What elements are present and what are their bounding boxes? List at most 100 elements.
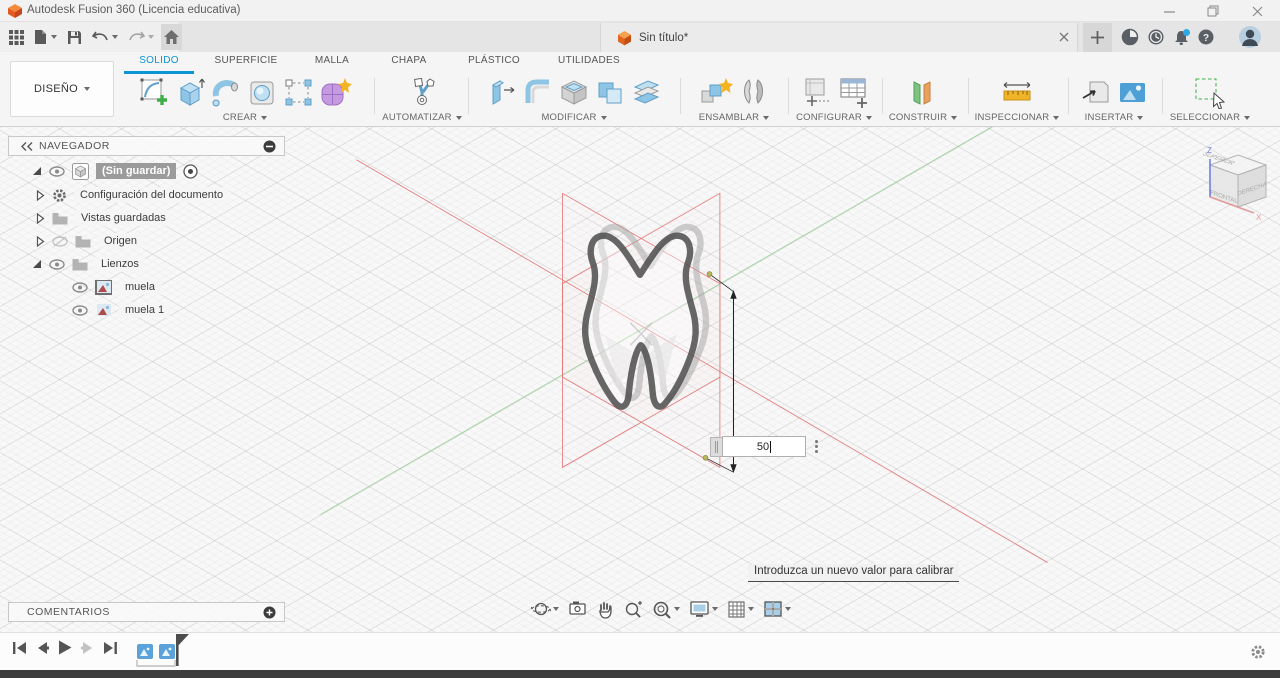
undo-button[interactable] xyxy=(89,24,121,50)
look-at-button[interactable] xyxy=(566,598,589,620)
insert-canvas-icon[interactable] xyxy=(1116,76,1149,109)
tab-malla[interactable]: MALLA xyxy=(308,55,356,71)
select-icon[interactable] xyxy=(1190,75,1230,109)
dimension-input[interactable]: 50 xyxy=(722,436,806,457)
collapsed-icon[interactable] xyxy=(36,235,45,247)
avatar[interactable] xyxy=(1238,25,1262,49)
automate-icon[interactable] xyxy=(405,75,439,109)
help-icon[interactable]: ? xyxy=(1194,25,1218,49)
file-menu-button[interactable] xyxy=(31,24,60,50)
combine-icon[interactable] xyxy=(594,76,627,109)
apps-grid-icon[interactable] xyxy=(6,24,27,50)
viewport-canvas[interactable]: NAVEGADOR (Sin guardar) Configuración de… xyxy=(0,127,1280,632)
extensions-icon[interactable] xyxy=(1118,25,1142,49)
view-cube[interactable]: SUPERIOR FRONTAL DERECHA Z X xyxy=(1196,141,1280,225)
pan-button[interactable] xyxy=(594,598,616,621)
play-button[interactable] xyxy=(58,640,72,655)
document-tab[interactable]: Sin título* xyxy=(600,23,1078,52)
activate-radio-icon[interactable] xyxy=(183,163,199,179)
visibility-eye-icon[interactable] xyxy=(72,304,88,316)
workspace-switcher[interactable]: DISEÑO xyxy=(10,61,114,117)
insert-derive-icon[interactable] xyxy=(1080,76,1113,109)
tab-solido[interactable]: SOLIDO xyxy=(124,55,194,74)
create-form-icon[interactable] xyxy=(318,76,353,109)
expanded-icon[interactable] xyxy=(32,166,42,176)
viewports-button[interactable] xyxy=(761,598,793,621)
tab-chapa[interactable]: CHAPA xyxy=(385,55,433,71)
visibility-off-eye-icon[interactable] xyxy=(52,235,68,247)
group-label-modificar[interactable]: MODIFICAR xyxy=(541,112,607,123)
tree-row-origin[interactable]: Origen xyxy=(36,231,144,251)
go-to-start-button[interactable] xyxy=(12,641,27,655)
panel-display-toggle-icon[interactable] xyxy=(263,140,276,153)
group-label-ensamblar[interactable]: ENSAMBLAR xyxy=(699,112,770,123)
collapse-panel-icon[interactable] xyxy=(21,141,33,151)
construct-plane-icon[interactable] xyxy=(906,75,940,109)
group-label-inspeccionar[interactable]: INSPECCIONAR xyxy=(975,112,1060,123)
close-tab-icon[interactable] xyxy=(1059,29,1069,47)
tab-superficie[interactable]: SUPERFICIE xyxy=(208,55,284,71)
minimize-button[interactable] xyxy=(1152,0,1186,22)
tree-row-saved-views[interactable]: Vistas guardadas xyxy=(36,208,172,228)
zoom-button[interactable] xyxy=(621,598,645,621)
collapsed-icon[interactable] xyxy=(36,212,45,224)
group-label-construir[interactable]: CONSTRUIR xyxy=(889,112,958,123)
cylinder-primitive-icon[interactable] xyxy=(246,76,279,109)
visibility-eye-icon[interactable] xyxy=(49,258,65,270)
extrude-icon[interactable] xyxy=(174,76,207,109)
new-tab-button[interactable] xyxy=(1083,23,1112,52)
timeline-feature-canvas-2[interactable] xyxy=(159,644,175,659)
orbit-button[interactable] xyxy=(529,597,561,621)
notifications-icon[interactable] xyxy=(1170,25,1194,49)
display-settings-button[interactable] xyxy=(687,598,720,621)
comments-panel-header[interactable]: COMENTARIOS xyxy=(8,602,285,622)
add-comment-icon[interactable] xyxy=(263,606,276,619)
new-component-icon[interactable] xyxy=(698,75,734,109)
timeline-feature-canvas-1[interactable] xyxy=(137,644,153,659)
calibrate-point-top[interactable] xyxy=(706,271,713,277)
step-back-button[interactable] xyxy=(36,641,49,655)
joint-icon[interactable] xyxy=(737,75,770,109)
configure-table-icon[interactable] xyxy=(836,75,870,109)
group-label-crear[interactable]: CREAR xyxy=(223,112,268,123)
group-label-insertar[interactable]: INSERTAR xyxy=(1085,112,1144,123)
visibility-eye-icon[interactable] xyxy=(72,281,88,293)
group-label-automatizar[interactable]: AUTOMATIZAR xyxy=(382,112,462,123)
group-label-seleccionar[interactable]: SELECCIONAR xyxy=(1170,112,1251,123)
tab-utilidades[interactable]: UTILIDADES xyxy=(558,55,620,71)
zoom-window-button[interactable] xyxy=(650,598,682,621)
close-window-button[interactable] xyxy=(1240,0,1274,22)
tree-row-muela[interactable]: muela xyxy=(72,277,161,297)
fillet-icon[interactable] xyxy=(522,76,555,109)
calibrate-point-bottom[interactable] xyxy=(702,455,709,461)
restore-button[interactable] xyxy=(1196,0,1230,22)
split-body-icon[interactable] xyxy=(630,76,663,109)
timeline-settings-gear-icon[interactable] xyxy=(1250,644,1266,660)
configure-cube-icon[interactable] xyxy=(799,75,833,109)
measure-icon[interactable] xyxy=(999,75,1035,109)
grid-settings-button[interactable] xyxy=(725,598,756,621)
shell-icon[interactable] xyxy=(558,76,591,109)
tree-row-muela-1[interactable]: muela 1 xyxy=(72,300,171,320)
timeline-marker[interactable] xyxy=(174,634,190,668)
collapsed-icon[interactable] xyxy=(36,189,45,201)
pattern-icon[interactable] xyxy=(282,76,315,109)
redo-button[interactable] xyxy=(125,24,157,50)
tree-row-document[interactable]: (Sin guardar) xyxy=(32,161,199,181)
step-forward-button[interactable] xyxy=(81,641,94,655)
save-button[interactable] xyxy=(64,24,85,50)
visibility-eye-icon[interactable] xyxy=(49,165,65,177)
revolve-icon[interactable] xyxy=(210,76,243,109)
tab-plastico[interactable]: PLÁSTICO xyxy=(464,55,524,71)
expanded-icon[interactable] xyxy=(32,259,42,269)
job-status-icon[interactable] xyxy=(1144,25,1168,49)
home-view-button[interactable] xyxy=(161,24,182,50)
create-sketch-icon[interactable] xyxy=(138,76,171,109)
tree-row-canvases[interactable]: Lienzos xyxy=(32,254,145,274)
dimension-input-grip[interactable] xyxy=(710,436,722,457)
press-pull-icon[interactable] xyxy=(486,76,519,109)
group-label-configurar[interactable]: CONFIGURAR xyxy=(796,112,872,123)
dimension-options-kebab-icon[interactable] xyxy=(815,440,818,453)
go-to-end-button[interactable] xyxy=(103,641,118,655)
tree-row-doc-settings[interactable]: Configuración del documento xyxy=(36,185,230,205)
